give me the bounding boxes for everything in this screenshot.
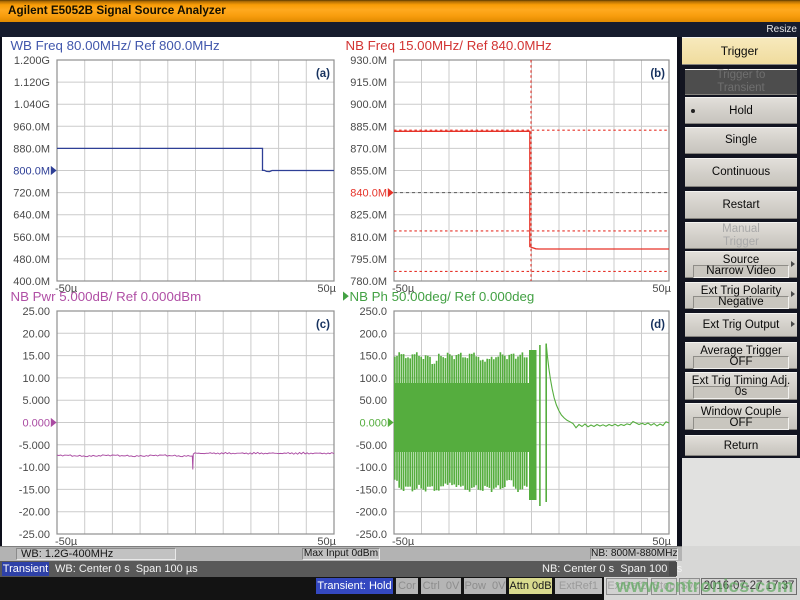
svg-text:150.0: 150.0: [359, 351, 387, 363]
svg-text:(a): (a): [316, 68, 330, 80]
svg-text:810.0M: 810.0M: [350, 232, 387, 244]
svg-text:-50.00: -50.00: [356, 440, 387, 452]
svg-text:WB Freq 80.00MHz/ Ref 800.0MHz: WB Freq 80.00MHz/ Ref 800.0MHz: [11, 38, 220, 53]
svg-text:885.0M: 885.0M: [350, 121, 387, 133]
svg-text:900.0M: 900.0M: [350, 99, 387, 111]
svg-text:780.0M: 780.0M: [350, 276, 387, 288]
svg-text:0.000: 0.000: [359, 418, 387, 430]
svg-text:-200.0: -200.0: [356, 507, 387, 519]
svg-text:25.00: 25.00: [22, 306, 50, 318]
svg-text:1.040G: 1.040G: [14, 99, 50, 111]
svg-text:-20.00: -20.00: [19, 507, 50, 519]
svg-text:-150.0: -150.0: [356, 484, 387, 496]
svg-text:-5.000: -5.000: [19, 440, 50, 452]
svg-text:10.00: 10.00: [22, 373, 50, 385]
svg-text:720.0M: 720.0M: [13, 188, 50, 200]
svg-text:20.00: 20.00: [22, 328, 50, 340]
svg-text:200.0: 200.0: [359, 328, 387, 340]
svg-text:855.0M: 855.0M: [350, 166, 387, 178]
svg-text:5.000: 5.000: [22, 395, 50, 407]
svg-text:-100.0: -100.0: [356, 462, 387, 474]
svg-text:(b): (b): [650, 68, 665, 80]
svg-text:560.0M: 560.0M: [13, 232, 50, 244]
svg-text:NB Pwr 5.000dB/ Ref 0.000dBm: NB Pwr 5.000dB/ Ref 0.000dBm: [11, 289, 202, 304]
svg-text:480.0M: 480.0M: [13, 254, 50, 266]
svg-text:50µ: 50µ: [317, 283, 336, 295]
svg-text:50µ: 50µ: [652, 283, 671, 295]
svg-text:800.0M: 800.0M: [13, 166, 50, 178]
svg-text:50.00: 50.00: [359, 395, 387, 407]
svg-text:NB Freq 15.00MHz/ Ref 840.0MHz: NB Freq 15.00MHz/ Ref 840.0MHz: [346, 38, 552, 53]
svg-text:880.0M: 880.0M: [13, 143, 50, 155]
svg-text:930.0M: 930.0M: [350, 55, 387, 67]
svg-text:840.0M: 840.0M: [350, 188, 387, 200]
svg-text:-15.00: -15.00: [19, 484, 50, 496]
svg-text:1.120G: 1.120G: [14, 77, 50, 89]
svg-text:960.0M: 960.0M: [13, 121, 50, 133]
svg-text:795.0M: 795.0M: [350, 254, 387, 266]
svg-text:(c): (c): [316, 319, 330, 331]
svg-text:915.0M: 915.0M: [350, 77, 387, 89]
svg-text:250.0: 250.0: [359, 306, 387, 318]
svg-text:-25.00: -25.00: [19, 529, 50, 541]
svg-text:1.200G: 1.200G: [14, 55, 50, 67]
svg-text:100.0: 100.0: [359, 373, 387, 385]
svg-text:-250.0: -250.0: [356, 529, 387, 541]
svg-text:NB Ph 50.00deg/ Ref 0.000deg: NB Ph 50.00deg/ Ref 0.000deg: [350, 289, 535, 304]
svg-text:15.00: 15.00: [22, 351, 50, 363]
svg-text:400.0M: 400.0M: [13, 276, 50, 288]
svg-text:640.0M: 640.0M: [13, 210, 50, 222]
svg-text:0.000: 0.000: [22, 418, 50, 430]
svg-text:825.0M: 825.0M: [350, 210, 387, 222]
svg-text:870.0M: 870.0M: [350, 143, 387, 155]
svg-text:-10.00: -10.00: [19, 462, 50, 474]
svg-text:(d): (d): [650, 319, 665, 331]
